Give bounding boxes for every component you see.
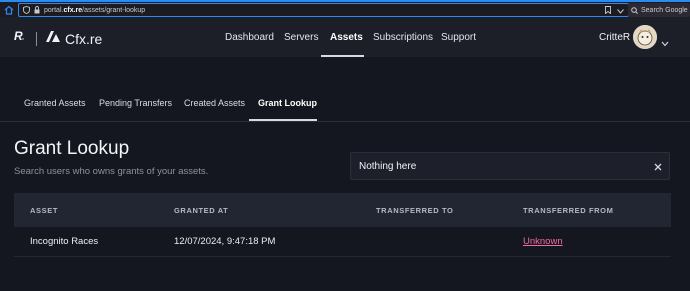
nav-assets[interactable]: Assets xyxy=(330,32,363,43)
table-header: ASSET GRANTED AT TRANSFERRED TO TRANSFER… xyxy=(14,193,671,227)
table-row: Incognito Races 12/07/2024, 9:47:18 PM U… xyxy=(14,227,671,257)
tab-pending-transfers[interactable]: Pending Transfers xyxy=(99,98,172,108)
avatar[interactable] xyxy=(633,25,657,49)
nav-dashboard[interactable]: Dashboard xyxy=(225,32,274,43)
home-icon[interactable] xyxy=(0,2,18,17)
address-bar[interactable]: portal.cfx.re/assets/grant-lookup xyxy=(18,3,629,17)
brand[interactable]: R * Cfx.re xyxy=(14,29,102,48)
top-navigation: R * Cfx.re Dashboard Servers Assets Subs… xyxy=(0,17,690,57)
close-icon[interactable] xyxy=(652,160,664,172)
tab-grant-lookup[interactable]: Grant Lookup xyxy=(258,98,317,108)
cell-transferred-from-link[interactable]: Unknown xyxy=(523,236,563,247)
search-input-value: Nothing here xyxy=(359,161,417,172)
browser-search-box[interactable]: Search Google xyxy=(628,3,690,17)
column-header-asset: ASSET xyxy=(30,206,59,215)
brand-divider xyxy=(36,31,37,46)
column-header-granted-at: GRANTED AT xyxy=(174,206,229,215)
cell-asset: Incognito Races xyxy=(30,236,99,247)
nav-support[interactable]: Support xyxy=(441,32,476,43)
tab-created-assets[interactable]: Created Assets xyxy=(184,98,245,108)
browser-toolbar: portal.cfx.re/assets/grant-lookup Search… xyxy=(0,0,690,17)
cell-granted-at: 12/07/2024, 9:47:18 PM xyxy=(174,236,276,247)
tabs-divider xyxy=(0,121,690,122)
cfx-logo-icon xyxy=(45,30,61,48)
nav-servers[interactable]: Servers xyxy=(284,32,318,43)
brand-name: Cfx.re xyxy=(65,30,103,47)
nav-subscriptions[interactable]: Subscriptions xyxy=(373,32,433,43)
url-text: portal.cfx.re/assets/grant-lookup xyxy=(44,6,146,14)
page-title: Grant Lookup xyxy=(14,138,130,159)
username[interactable]: CritteR xyxy=(599,32,630,43)
column-header-transferred-to: TRANSFERRED TO xyxy=(376,206,454,215)
rockstar-logo-icon: R * xyxy=(14,29,28,48)
user-menu-chevron-icon[interactable] xyxy=(661,34,669,52)
svg-text:*: * xyxy=(22,38,24,43)
page-subtitle: Search users who owns grants of your ass… xyxy=(14,166,209,177)
active-nav-indicator xyxy=(321,55,364,57)
grant-lookup-search-input[interactable]: Nothing here xyxy=(350,152,670,180)
tab-granted-assets[interactable]: Granted Assets xyxy=(24,98,86,108)
column-header-transferred-from: TRANSFERRED FROM xyxy=(523,206,614,215)
browser-search-placeholder: Search Google xyxy=(641,6,688,14)
